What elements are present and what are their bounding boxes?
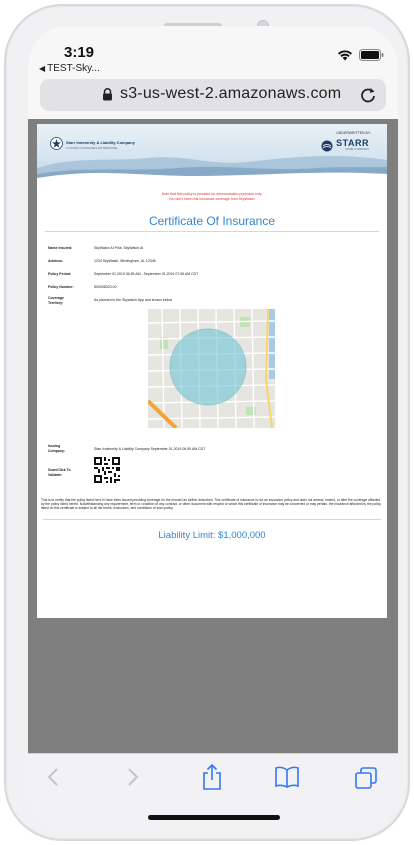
demo-notice-line-2: You don't have real insurance coverage f… — [168, 197, 256, 201]
field-label: Policy Period: — [48, 272, 72, 276]
url-text: s3-us-west-2.amazonaws.com — [120, 85, 342, 102]
field-value: 1234 SkyWatch, Birmingham, AL 12345 — [94, 259, 156, 263]
coverage-map — [148, 309, 275, 428]
home-indicator[interactable] — [148, 815, 280, 820]
certificate-title: Certificate Of Insurance — [148, 214, 276, 228]
starr-emblem-icon — [50, 137, 63, 155]
phone-frame: 3:19 ◀ TEST-Sky... s3-us-west-2.amazonaw… — [4, 4, 410, 841]
demo-notice: Note that this policy is provided for de… — [37, 192, 387, 202]
status-icons — [337, 49, 384, 61]
disclaimer-divider — [43, 519, 381, 520]
bookmarks-icon[interactable] — [274, 766, 300, 793]
status-bar: 3:19 ◀ TEST-Sky... — [28, 26, 398, 86]
forward-icon[interactable] — [122, 766, 142, 793]
back-app-label: TEST-Sky... — [47, 63, 100, 74]
field-label: Name Insured: — [48, 246, 73, 250]
starr-logo-icon — [321, 139, 333, 157]
share-icon[interactable] — [201, 763, 223, 796]
field-value: September 01,2019 06:55 AM - September 0… — [94, 272, 199, 276]
issuer-name: Starr Indemnity & Liability Company — [66, 140, 135, 145]
underwriter-name: STARR — [336, 138, 369, 148]
field-value: SkyWatch AI Pilot, SkyWatch.AI — [94, 246, 144, 250]
back-triangle-icon: ◀ — [39, 64, 46, 73]
qr-code[interactable] — [94, 457, 120, 483]
certificate-document: Starr Indemnity & Liability Company A ST… — [37, 124, 387, 618]
issuer-tagline: A STARR COMPANIES ENTERPRISE — [66, 146, 118, 150]
field-value: 800008320-00 — [94, 285, 117, 289]
status-time: 3:19 — [64, 44, 95, 61]
certificate-header: Starr Indemnity & Liability Company A ST… — [37, 124, 387, 178]
field-value: Starr Indemnity & Liability Company Sept… — [94, 447, 206, 451]
reload-icon[interactable] — [358, 85, 378, 110]
battery-icon — [359, 49, 384, 61]
tabs-icon[interactable] — [354, 766, 378, 795]
lock-icon — [102, 88, 113, 106]
back-icon[interactable] — [44, 766, 64, 793]
title-divider — [45, 231, 379, 232]
disclaimer-text: This is to certify that the policy liste… — [41, 498, 381, 511]
field-label: Coverage Territory: — [48, 296, 64, 305]
underwriter-sub: STARR COMPANIES — [345, 148, 369, 151]
underwritten-label: UNDERWRITTEN BY: — [336, 131, 371, 135]
web-content[interactable]: Starr Indemnity & Liability Company A ST… — [28, 119, 398, 753]
field-value: As planned in the Skywatch App and shown… — [94, 298, 173, 302]
address-bar[interactable]: s3-us-west-2.amazonaws.com — [40, 79, 386, 111]
back-to-app-link[interactable]: ◀ TEST-Sky... — [39, 63, 100, 74]
field-label: Policy Number: — [48, 285, 74, 289]
liability-limit: Liability Limit: $1,000,000 — [158, 530, 266, 541]
screen: 3:19 ◀ TEST-Sky... s3-us-west-2.amazonaw… — [28, 26, 398, 831]
wifi-icon — [337, 49, 353, 61]
field-label: Issuing Company: — [48, 444, 66, 453]
field-label: Address: — [48, 259, 64, 263]
field-label: Scan/Click To Validate: — [48, 468, 71, 477]
